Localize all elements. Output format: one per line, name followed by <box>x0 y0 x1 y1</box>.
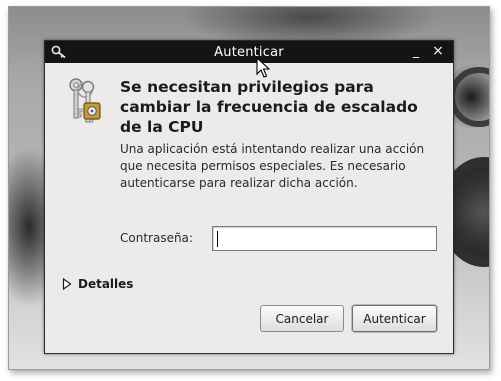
authentication-dialog: Autenticar _ × Se necesitan privilegios … <box>44 40 454 354</box>
background-decoration <box>449 67 489 127</box>
minimize-button[interactable]: _ <box>409 43 423 60</box>
titlebar: Autenticar _ × <box>45 41 453 63</box>
dialog-content: Se necesitan privilegios para cambiar la… <box>45 63 453 353</box>
keyring-icon <box>69 78 101 123</box>
mouse-pointer-icon <box>256 57 270 78</box>
password-input[interactable] <box>212 226 437 251</box>
dialog-description: Una aplicación está intentando realizar … <box>120 142 425 190</box>
expander-triangle-icon <box>62 278 72 290</box>
authenticate-button[interactable]: Autenticar <box>352 305 437 332</box>
details-label: Detalles <box>78 277 134 291</box>
dialog-heading: Se necesitan privilegios para cambiar la… <box>120 78 418 136</box>
text-caret <box>217 231 218 247</box>
details-expander[interactable]: Detalles <box>62 277 133 291</box>
window-title: Autenticar <box>214 44 284 60</box>
close-button[interactable]: × <box>431 43 445 60</box>
password-label: Contraseña: <box>120 231 193 245</box>
keys-icon <box>51 45 66 59</box>
cancel-button[interactable]: Cancelar <box>260 305 344 332</box>
